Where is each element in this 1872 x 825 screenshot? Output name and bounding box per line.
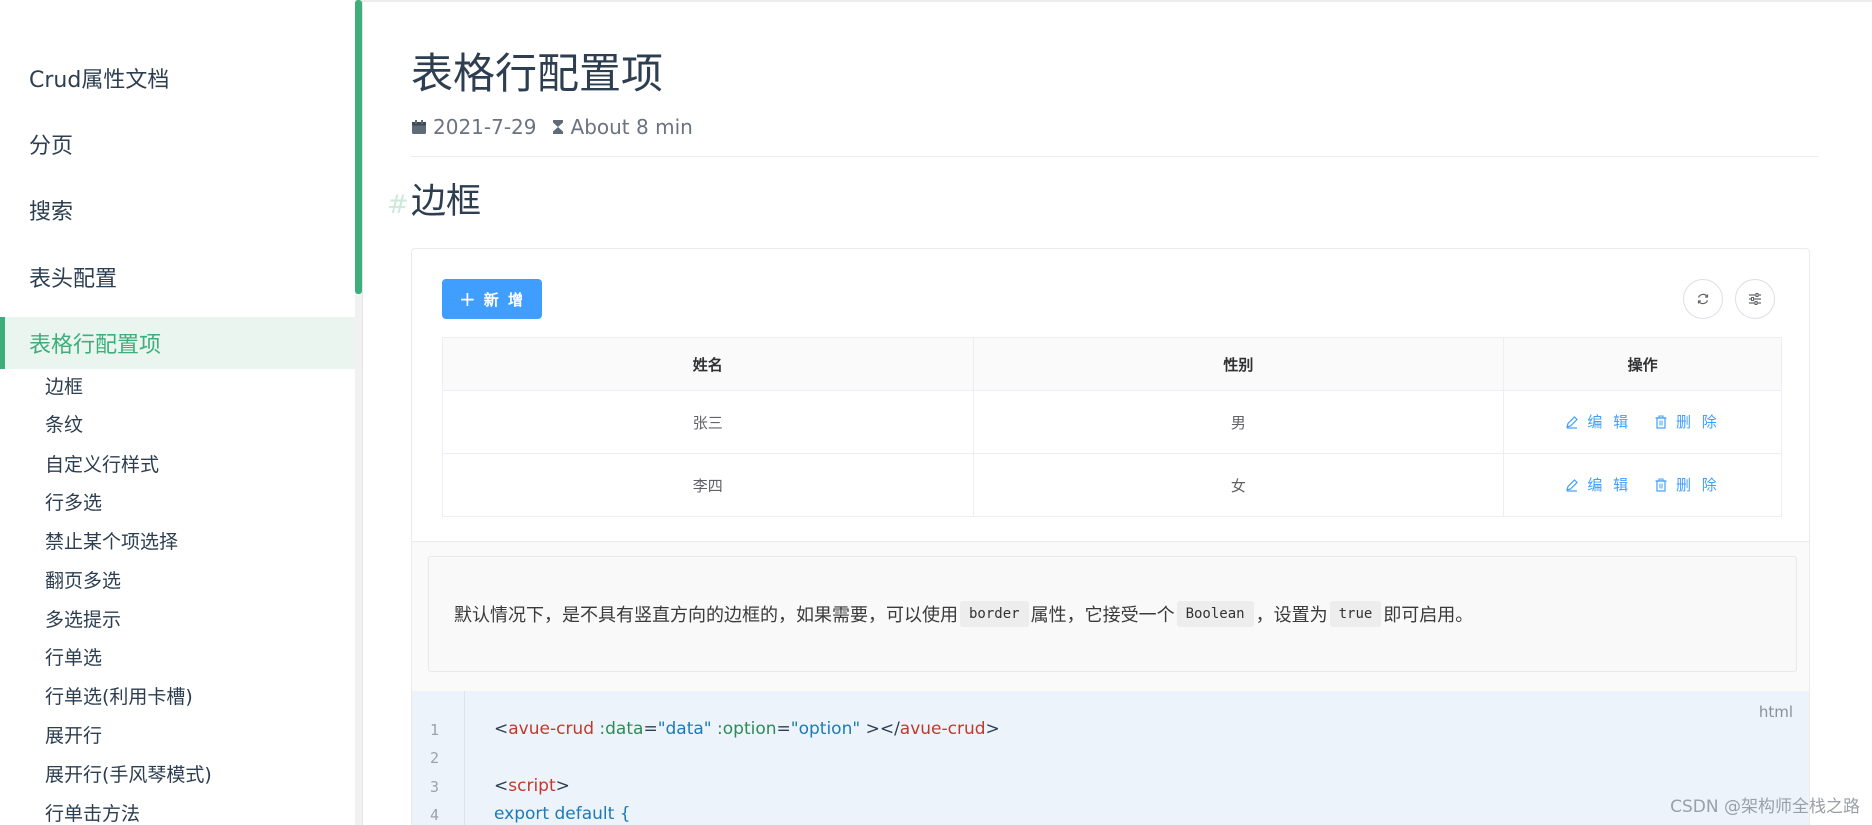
- edit-button[interactable]: 编 辑: [1565, 474, 1631, 495]
- sidebar-subitem-row-click[interactable]: 行单击方法: [45, 802, 140, 825]
- refresh-button[interactable]: [1683, 279, 1723, 319]
- read-time: About 8 min: [570, 115, 693, 139]
- data-table: 姓名 性别 操作 张三 男 编 辑 删 除 李四 女 编 辑 删 除: [442, 337, 1782, 517]
- table-header-row: 姓名 性别 操作: [442, 337, 1782, 391]
- inline-code-border: border: [960, 601, 1029, 627]
- cell-actions: 编 辑 删 除: [1503, 453, 1782, 517]
- section-anchor-link[interactable]: #: [387, 190, 409, 220]
- description-section: 默认情况下，是不具有竖直方向的边框的，如果需要，可以使用 border 属性，它…: [412, 541, 1809, 692]
- description-text-3: ，设置为: [1255, 605, 1328, 626]
- delete-button[interactable]: 删 除: [1654, 411, 1720, 432]
- refresh-icon: [1697, 293, 1709, 305]
- sidebar-subitem-single-select-slot[interactable]: 行单选(利用卡槽): [45, 685, 193, 709]
- code-language-label: html: [1758, 703, 1793, 721]
- sidebar-subitem-custom-row-style[interactable]: 自定义行样式: [45, 453, 159, 477]
- main-content: 表格行配置项 2021-7-29 About 8 min # 边框 + 新 增: [363, 0, 1872, 825]
- sidebar-item-search[interactable]: 搜索: [0, 177, 355, 243]
- code-token: =: [776, 719, 791, 739]
- delete-label: 删 除: [1675, 413, 1720, 432]
- inline-code-boolean: Boolean: [1176, 601, 1254, 627]
- sidebar-subitem-page-multi-select[interactable]: 翻页多选: [45, 569, 121, 593]
- sidebar-subitem-single-select[interactable]: 行单选: [45, 646, 102, 670]
- sidebar-item-crud-docs[interactable]: Crud属性文档: [0, 45, 355, 111]
- demo-block: + 新 增 姓名 性别 操作 张三 男 编 辑 删 除 李四 女 编 辑 删 除…: [411, 248, 1810, 825]
- watermark: CSDN @架构师全栈之路: [1670, 797, 1860, 817]
- sidebar-subitem-expand-row[interactable]: 展开行: [45, 724, 102, 748]
- cell-gender: 男: [972, 390, 1505, 454]
- description-text-1: 默认情况下，是不具有竖直方向的边框的，如果需要，可以使用: [454, 605, 958, 626]
- column-header-gender[interactable]: 性别: [972, 337, 1505, 391]
- edit-button[interactable]: 编 辑: [1565, 411, 1631, 432]
- edit-icon: [1566, 478, 1579, 492]
- sidebar-subitem-expand-accordion[interactable]: 展开行(手风琴模式): [45, 763, 212, 787]
- code-token-attr: :option: [711, 719, 777, 739]
- line-number: 1: [430, 721, 440, 739]
- code-token-tag: avue-crud: [508, 719, 594, 739]
- code-token: >: [555, 776, 570, 796]
- column-settings-button[interactable]: [1735, 279, 1775, 319]
- code-token: <: [494, 776, 509, 796]
- edit-label: 编 辑: [1587, 476, 1632, 495]
- code-line-3: <script>: [494, 776, 570, 796]
- title-divider: [411, 156, 1818, 157]
- sidebar-subitem-select-tip[interactable]: 多选提示: [45, 608, 121, 632]
- cell-actions: 编 辑 删 除: [1503, 390, 1782, 454]
- sliders-icon: [1749, 293, 1761, 305]
- code-block[interactable]: 1 2 3 4 <avue-crud :data="data" :option=…: [412, 691, 1809, 825]
- sidebar-item-pagination[interactable]: 分页: [0, 111, 355, 177]
- description-text-4: 即可启用。: [1383, 605, 1474, 626]
- column-header-actions: 操作: [1503, 337, 1782, 391]
- cell-name: 李四: [442, 453, 974, 517]
- page-meta: 2021-7-29 About 8 min: [411, 115, 693, 139]
- trash-icon: [1655, 415, 1667, 429]
- page-date: 2021-7-29: [433, 115, 537, 139]
- cell-name: 张三: [442, 390, 974, 454]
- calendar-icon: [412, 120, 426, 134]
- sidebar-subitem-stripe[interactable]: 条纹: [45, 413, 83, 437]
- line-number: 4: [430, 806, 440, 824]
- code-token: ></: [860, 719, 900, 739]
- inline-code-true: true: [1329, 601, 1382, 627]
- description-text-2: 属性，它接受一个: [1030, 605, 1175, 626]
- trash-icon: [1655, 478, 1667, 492]
- code-token-tag: script: [508, 776, 556, 796]
- code-token-string: "data": [657, 719, 712, 739]
- delete-label: 删 除: [1675, 476, 1720, 495]
- code-token: =: [643, 719, 658, 739]
- sidebar-subitem-border[interactable]: 边框: [45, 375, 83, 399]
- section-title: 边框: [411, 182, 482, 222]
- sidebar-subitem-multi-select[interactable]: 行多选: [45, 491, 102, 515]
- line-numbers: 1 2 3 4: [412, 691, 465, 825]
- description-box: 默认情况下，是不具有竖直方向的边框的，如果需要，可以使用 border 属性，它…: [428, 556, 1797, 672]
- column-header-name[interactable]: 姓名: [442, 337, 974, 391]
- code-line-4: export default {: [494, 804, 631, 824]
- delete-button[interactable]: 删 除: [1654, 474, 1720, 495]
- code-line-1: <avue-crud :data="data" :option="option"…: [494, 719, 1000, 739]
- sidebar-scrollbar-thumb[interactable]: [355, 0, 362, 294]
- sidebar-item-row-config[interactable]: 表格行配置项: [0, 317, 355, 369]
- line-number: 2: [430, 749, 440, 767]
- add-button-label: 新 增: [483, 290, 525, 309]
- hourglass-icon: [552, 120, 563, 134]
- code-token-attr: :data: [594, 719, 644, 739]
- line-number: 3: [430, 778, 440, 796]
- edit-icon: [1566, 415, 1579, 429]
- code-token-tag: avue-crud: [899, 719, 986, 739]
- table-row[interactable]: 张三 男 编 辑 删 除: [442, 390, 1782, 454]
- sidebar: Crud属性文档 分页 搜索 表头配置 表格行配置项 边框 条纹 自定义行样式 …: [0, 0, 355, 825]
- edit-label: 编 辑: [1587, 413, 1632, 432]
- table-row[interactable]: 李四 女 编 辑 删 除: [442, 453, 1782, 517]
- page-title: 表格行配置项: [411, 49, 664, 98]
- plus-icon: +: [459, 287, 476, 311]
- code-token: <: [494, 719, 509, 739]
- cell-gender: 女: [972, 453, 1505, 517]
- add-button[interactable]: + 新 增: [442, 279, 542, 319]
- sidebar-item-header-config[interactable]: 表头配置: [0, 244, 355, 310]
- sidebar-subitem-disable-select[interactable]: 禁止某个项选择: [45, 530, 178, 554]
- code-token: >: [985, 719, 1000, 739]
- code-token-string: "option": [790, 719, 861, 739]
